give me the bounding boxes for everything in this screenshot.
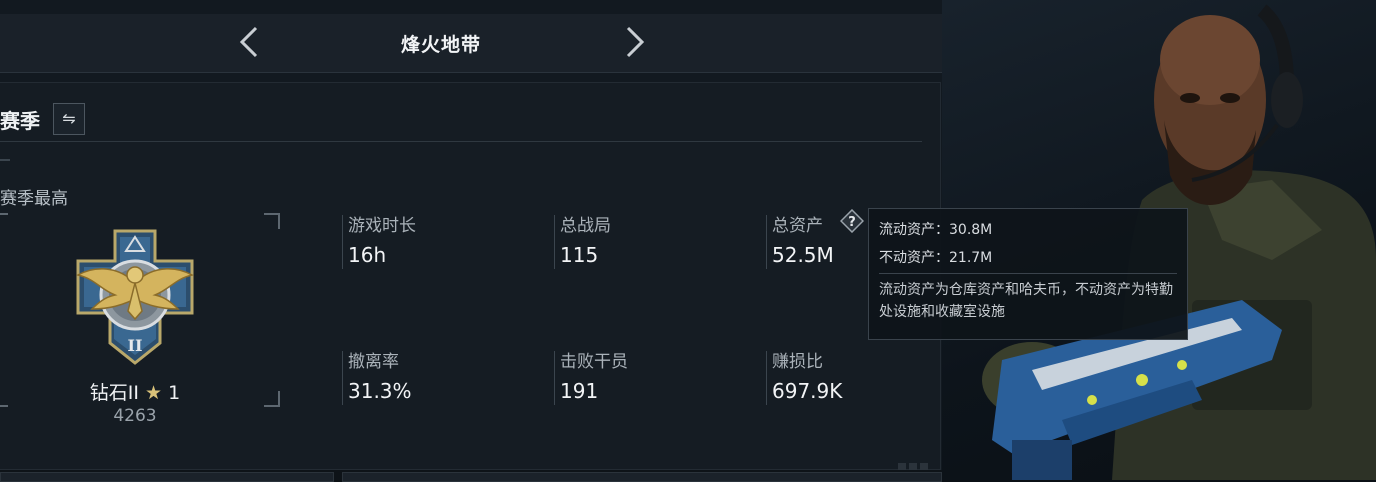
stat-bar [766,351,767,405]
stat-bar [554,351,555,405]
stat-label: 撤离率 [348,352,399,372]
bottom-tab[interactable] [342,472,942,482]
stat-bar [554,215,555,269]
tooltip-divider [879,273,1177,274]
bottom-tab[interactable] [0,472,334,482]
stat-play-time: 游戏时长 16h [342,211,542,271]
stat-bar [766,215,767,269]
stat-label: 总战局 [560,216,611,236]
mode-title: 烽火地带 [400,34,481,56]
frame-corner [264,391,280,407]
assets-tooltip: 流动资产：30.8M 不动资产：21.7M 流动资产为仓库资产和哈夫币，不动资产… [868,208,1188,340]
season-label: 赛季 [0,109,40,133]
rank-name: 钻石II ★ 1 [60,378,210,405]
chevron-right-icon [626,26,645,58]
stat-label: 赚损比 [772,352,823,372]
stat-profit-loss-ratio: 赚损比 697.9K [766,347,966,407]
stat-value: 697.9K [772,379,843,403]
stat-value: 191 [560,379,599,403]
svg-text:?: ? [848,215,856,230]
stat-total-matches: 总战局 115 [554,211,754,271]
stat-value: 31.3% [348,379,412,403]
season-best-label: 赛季最高 [0,189,68,209]
rank-level: 1 [168,382,181,404]
question-icon[interactable]: ? [840,209,864,233]
tooltip-fixed-assets: 不动资产：21.7M [879,250,993,266]
svg-text:II: II [128,336,143,355]
rank-score: 4263 [113,406,157,426]
tooltip-note: 流动资产为仓库资产和哈夫币，不动资产为特勤处设施和收藏室设施 [879,282,1173,320]
tooltip-liquid-assets: 流动资产：30.8M [879,222,993,238]
frame-corner [0,213,8,229]
frame-corner [264,213,280,229]
season-switch-button[interactable]: ⇋ [53,103,85,135]
stat-label: 击败干员 [560,352,628,372]
rank-title: 钻石II [89,382,139,404]
swap-icon: ⇋ [62,109,76,128]
stat-label: 游戏时长 [348,216,416,236]
stat-bar [342,215,343,269]
divider [0,141,922,142]
bottom-tabs-edge [0,470,942,482]
stat-bar [342,351,343,405]
season-stats-card: 赛季 ⇋ 赛季最高 II 钻石II ★ 1 4263 游戏时长 16h 总战局 … [0,82,941,470]
stat-value: 115 [560,243,599,267]
stat-value: 16h [348,243,387,267]
frame-corner [0,391,8,407]
stat-value: 52.5M [772,243,834,267]
stat-label: 总资产 [772,216,823,236]
stat-operators-defeated: 击败干员 191 [554,347,754,407]
stat-extraction-rate: 撤离率 31.3% [342,347,542,407]
mode-header: 烽火地带 [0,14,942,73]
star-icon: ★ [145,382,163,404]
divider-tick [0,159,10,161]
rank-emblem-icon: II [75,229,195,365]
stats-panel: 烽火地带 赛季 ⇋ 赛季最高 II 钻石II ★ 1 4263 游戏时长 16h… [0,0,942,482]
next-mode-button[interactable] [614,22,654,62]
